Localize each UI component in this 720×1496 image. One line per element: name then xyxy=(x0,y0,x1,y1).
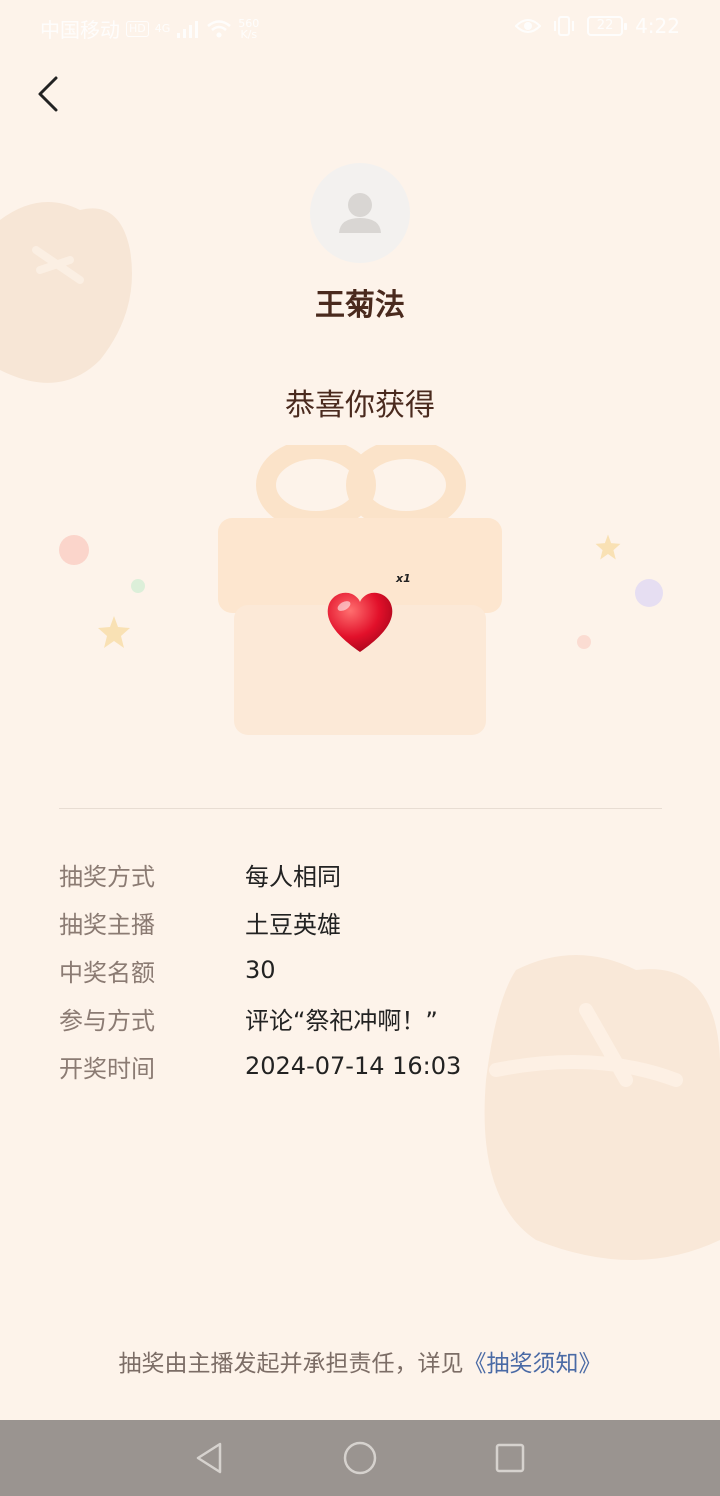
detail-row-participation: 参与方式 评论“祭祀冲啊！” xyxy=(59,994,662,1042)
system-nav-bar xyxy=(0,1420,720,1496)
eye-icon xyxy=(515,19,542,33)
chevron-left-icon xyxy=(38,76,58,112)
decorative-dot xyxy=(577,635,591,649)
divider xyxy=(59,808,662,809)
clock: 4:22 xyxy=(635,14,680,38)
speed-value: 560 xyxy=(238,16,260,30)
network-speed: 560 K/s xyxy=(238,18,259,40)
vibrate-icon xyxy=(554,16,575,36)
speed-unit: K/s xyxy=(240,27,258,41)
status-left: 中国移动 HD 4G 560 K/s xyxy=(40,14,259,43)
detail-row-host: 抽奖主播 土豆英雄 xyxy=(59,898,662,946)
detail-label: 开奖时间 xyxy=(59,1054,155,1083)
detail-label: 抽奖方式 xyxy=(59,862,155,891)
detail-label: 抽奖主播 xyxy=(59,910,155,939)
hd-badge: HD xyxy=(126,20,149,37)
lottery-details: 抽奖方式 每人相同 抽奖主播 土豆英雄 中奖名额 30 参与方式 评论“祭祀冲啊… xyxy=(59,850,662,1090)
battery-icon: 22 xyxy=(587,16,628,36)
congrats-title: 恭喜你获得 xyxy=(285,388,435,423)
heart-icon xyxy=(327,592,393,652)
status-right: 22 4:22 xyxy=(515,14,680,38)
detail-value: 30 xyxy=(245,956,276,984)
footer-text: 抽奖由主播发起并承担责任，详见 xyxy=(118,1351,464,1377)
decorative-dot xyxy=(59,535,89,565)
detail-value: 2024-07-14 16:03 xyxy=(245,1052,462,1080)
network-type: 4G xyxy=(154,22,171,35)
wifi-icon xyxy=(207,19,232,37)
lottery-rules-link[interactable]: 《抽奖须知》 xyxy=(464,1351,602,1377)
decorative-star-icon xyxy=(595,534,621,560)
back-button[interactable] xyxy=(30,70,70,118)
detail-value: 土豆英雄 xyxy=(245,910,341,939)
status-bar: 中国移动 HD 4G 560 K/s 22 4:22 xyxy=(0,0,720,56)
back-triangle-icon[interactable] xyxy=(190,1438,230,1478)
recents-square-icon[interactable] xyxy=(490,1438,530,1478)
prize-quantity: x1 xyxy=(396,572,411,585)
decorative-star-icon xyxy=(98,616,130,648)
decorative-dot xyxy=(131,579,145,593)
detail-row-quota: 中奖名额 30 xyxy=(59,946,662,994)
avatar xyxy=(310,163,410,263)
detail-value: 评论“祭祀冲啊！” xyxy=(245,1006,438,1035)
user-placeholder-icon xyxy=(339,193,381,233)
decorative-dot xyxy=(635,579,663,607)
carrier-label: 中国移动 xyxy=(40,18,120,42)
footer-notice: 抽奖由主播发起并承担责任，详见《抽奖须知》 xyxy=(0,1344,720,1378)
detail-row-draw-time: 开奖时间 2024-07-14 16:03 xyxy=(59,1042,662,1090)
detail-value: 每人相同 xyxy=(245,862,341,891)
detail-row-method: 抽奖方式 每人相同 xyxy=(59,850,662,898)
detail-label: 中奖名额 xyxy=(59,958,155,987)
signal-icon xyxy=(177,20,199,38)
winner-name: 王菊法 xyxy=(315,288,405,323)
detail-label: 参与方式 xyxy=(59,1006,155,1035)
home-circle-icon[interactable] xyxy=(340,1438,380,1478)
